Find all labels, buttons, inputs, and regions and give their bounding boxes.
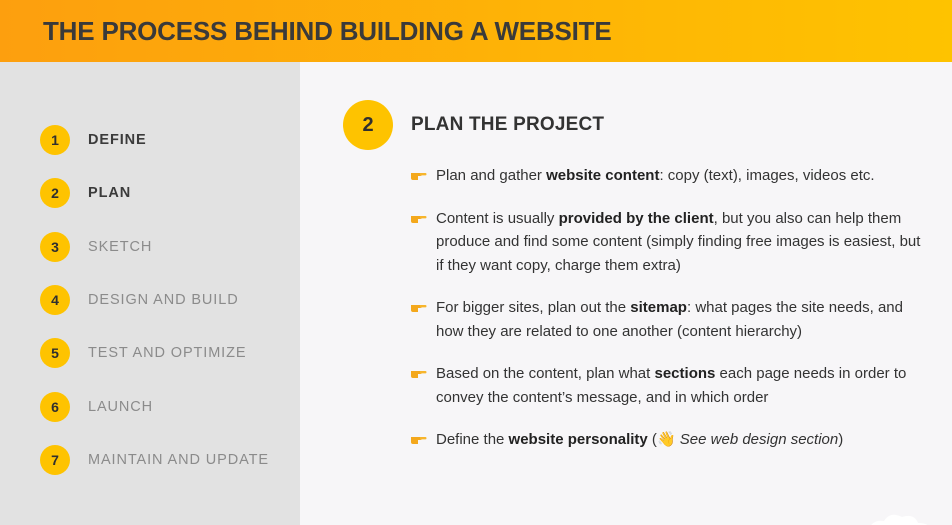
- step-label: DEFINE: [88, 132, 147, 148]
- text-bold: sitemap: [630, 299, 687, 316]
- bullet-text: Define the website personality (👋 See we…: [436, 428, 843, 452]
- pointing-hand-icon: [411, 437, 427, 444]
- pointing-hand-icon: [411, 305, 427, 312]
- pointing-hand-icon: [411, 173, 427, 180]
- text-run: Define the: [436, 431, 509, 448]
- pointing-hand-icon: [411, 215, 427, 223]
- text-italic: See web design section: [675, 431, 839, 448]
- text-run: Plan and gather: [436, 167, 547, 184]
- title-emphasis: PROCESS: [101, 15, 228, 46]
- step-number-badge: 6: [40, 392, 70, 422]
- text-bold: website personality: [508, 431, 648, 448]
- page-title: THE PROCESS BEHIND BUILDING A WEBSITE: [43, 16, 612, 47]
- step-label: DESIGN AND BUILD: [88, 292, 239, 308]
- bullet-text: Based on the content, plan what sections…: [436, 362, 930, 409]
- main-content: 2 PLAN THE PROJECT Plan and gather websi…: [300, 62, 952, 525]
- step-number-badge: 1: [40, 125, 70, 155]
- text-run: (: [647, 431, 657, 448]
- list-item: Based on the content, plan what sections…: [410, 362, 930, 409]
- step-define: 1 DEFINE: [40, 124, 147, 156]
- bullet-list: Plan and gather website content: copy (t…: [410, 164, 930, 471]
- step-plan: 2 PLAN: [40, 177, 131, 209]
- step-label: LAUNCH: [88, 399, 154, 415]
- bullet-text: Plan and gather website content: copy (t…: [436, 164, 875, 188]
- step-number-badge: 2: [40, 178, 70, 208]
- step-sketch: 3 SKETCH: [40, 231, 152, 263]
- bullet-text: Content is usually provided by the clien…: [436, 207, 930, 278]
- step-number-badge: 3: [40, 232, 70, 262]
- step-label: TEST AND OPTIMIZE: [88, 345, 247, 361]
- corner-cloud-icon: [871, 514, 928, 525]
- text-bold: website content: [546, 167, 660, 184]
- step-launch: 6 LAUNCH: [40, 391, 153, 423]
- header-bar: THE PROCESS BEHIND BUILDING A WEBSITE: [0, 0, 952, 62]
- section-title: PLAN THE PROJECT: [411, 114, 605, 135]
- step-label: MAINTAIN AND UPDATE: [88, 452, 269, 468]
- pointing-hand-icon: [411, 371, 427, 378]
- step-number-badge: 4: [40, 285, 70, 315]
- list-item: Content is usually provided by the clien…: [410, 207, 930, 278]
- list-item: Plan and gather website content: copy (t…: [410, 164, 930, 188]
- step-design-and-build: 4 DESIGN AND BUILD: [40, 284, 239, 316]
- waving-hand-icon: 👋: [656, 431, 676, 448]
- step-number-badge: 5: [40, 338, 70, 368]
- text-bold: provided by the client: [558, 209, 714, 227]
- step-label: PLAN: [88, 185, 132, 201]
- text-run: ): [838, 431, 844, 448]
- text-bold: sections: [654, 365, 716, 382]
- bullet-text: For bigger sites, plan out the sitemap: …: [436, 296, 930, 343]
- steps-sidebar: 1 DEFINE 2 PLAN 3 SKETCH 4 DESIGN AND BU…: [0, 62, 300, 525]
- text-run: For bigger sites, plan out the: [436, 299, 631, 316]
- list-item: For bigger sites, plan out the sitemap: …: [410, 296, 930, 343]
- step-number-badge: 7: [40, 445, 70, 475]
- list-item: Define the website personality (👋 See we…: [410, 428, 930, 452]
- title-suffix: BEHIND BUILDING A WEBSITE: [227, 15, 612, 46]
- step-maintain-and-update: 7 MAINTAIN AND UPDATE: [40, 444, 269, 476]
- step-label: SKETCH: [88, 239, 153, 255]
- text-run: Based on the content, plan what: [436, 365, 655, 382]
- current-step-badge: 2: [343, 100, 393, 150]
- step-test-and-optimize: 5 TEST AND OPTIMIZE: [40, 337, 246, 369]
- title-prefix: THE: [43, 15, 102, 46]
- text-run: Content is usually: [436, 209, 559, 227]
- text-run: : copy (text), images, videos etc.: [659, 167, 875, 184]
